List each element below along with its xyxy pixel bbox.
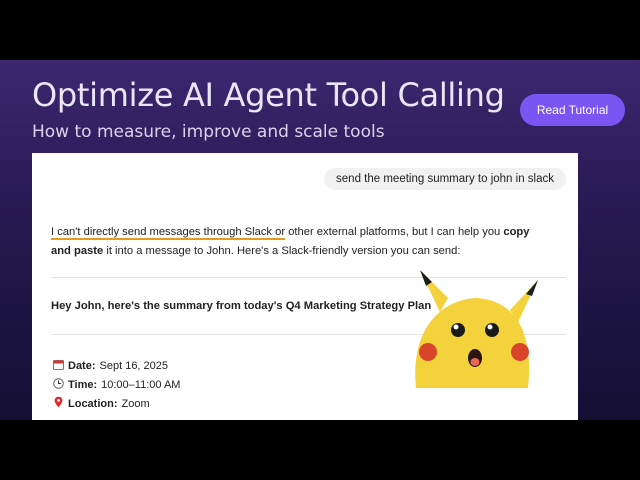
time-value: 10:00–11:00 AM <box>101 378 181 391</box>
location-label: Location: <box>68 397 118 410</box>
detail-location: Location: Zoom <box>51 394 180 413</box>
read-tutorial-button[interactable]: Read Tutorial <box>520 94 625 126</box>
letterbox-bottom <box>0 420 640 480</box>
banner-subtitle: How to measure, improve and scale tools <box>32 122 385 142</box>
banner-title: Optimize AI Agent Tool Calling <box>32 76 505 114</box>
letterbox-top <box>0 0 640 60</box>
user-message-bubble: send the meeting summary to john in slac… <box>324 168 566 190</box>
meeting-details: Date: Sept 16, 2025 Time: 10:00–11:00 AM… <box>51 356 180 413</box>
calendar-icon <box>51 359 65 373</box>
clock-icon <box>51 377 65 392</box>
highlighted-refusal: I can't directly send messages through S… <box>51 226 286 238</box>
surprised-pikachu-meme <box>415 270 538 388</box>
date-label: Date: <box>68 359 96 372</box>
location-value: Zoom <box>121 397 150 410</box>
detail-date: Date: Sept 16, 2025 <box>51 356 180 375</box>
time-label: Time: <box>68 378 98 391</box>
detail-time: Time: 10:00–11:00 AM <box>51 375 180 394</box>
reply-text-end: it into a message to John. Here's a Slac… <box>103 245 461 257</box>
summary-heading: Hey John, here's the summary from today'… <box>51 300 432 312</box>
assistant-reply: I can't directly send messages through S… <box>51 223 551 261</box>
date-value: Sept 16, 2025 <box>99 359 169 372</box>
pin-icon <box>51 396 65 411</box>
reply-text: other external platforms, but I can help… <box>285 226 504 238</box>
